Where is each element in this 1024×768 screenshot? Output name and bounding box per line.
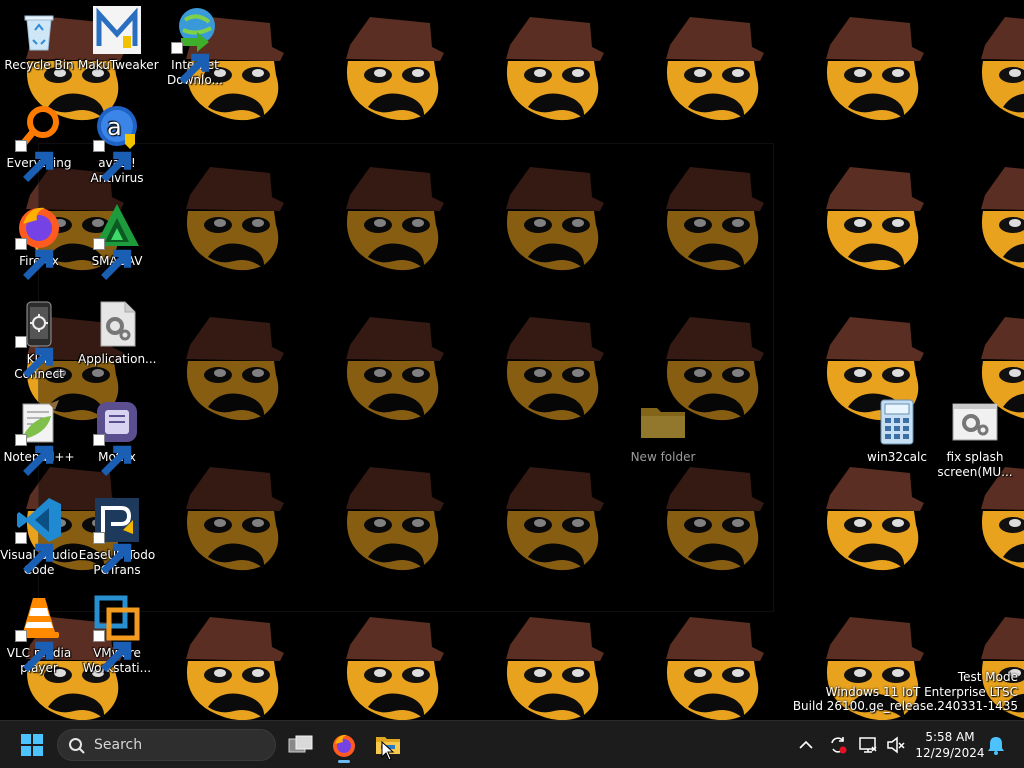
calculator-icon <box>873 398 921 446</box>
notification-bell-icon <box>988 737 1004 755</box>
svg-text:a: a <box>107 113 122 141</box>
icon-label: MakuTweaker <box>78 58 159 72</box>
icon-label: fix splash <box>946 450 1004 464</box>
icon-label: Recycle Bin <box>4 58 74 72</box>
shortcut-arrow-icon <box>93 434 132 476</box>
shortcut-arrow-icon <box>93 238 132 280</box>
wallpaper-tile <box>826 167 924 271</box>
desktop-icon-firefox[interactable]: Firefox <box>0 202 78 280</box>
shortcut-arrow-icon <box>15 238 54 280</box>
notepad-plus-plus-icon <box>15 398 63 476</box>
recycle-bin-icon <box>15 6 63 54</box>
wallpaper-tile <box>506 17 604 121</box>
makutweaker-icon <box>93 6 141 54</box>
vscode-icon <box>15 496 63 574</box>
taskbar-clock[interactable]: 5:58 AM 12/29/2024 <box>914 729 986 761</box>
tray-volume-button[interactable] <box>886 735 906 755</box>
wallpaper-tile <box>346 17 444 121</box>
wallpaper-tile <box>666 617 764 720</box>
desktop-icon-motrix[interactable]: Motrix <box>78 398 156 476</box>
start-button[interactable] <box>12 725 52 765</box>
firefox-icon <box>333 734 355 757</box>
desktop-icon-makutweaker[interactable]: MakuTweaker <box>78 6 159 73</box>
desktop-icon-everything[interactable]: Everything <box>0 104 78 182</box>
search-icon <box>69 738 85 754</box>
smadav-icon <box>93 202 141 280</box>
icon-label: New folder <box>630 450 696 464</box>
show-hidden-icons-button[interactable] <box>786 725 826 765</box>
search-label: Search <box>94 737 143 753</box>
icon-label: win32calc <box>867 450 927 464</box>
folder-icon <box>639 398 687 446</box>
vmware-icon <box>93 594 141 672</box>
shortcut-arrow-icon <box>15 434 54 476</box>
watermark-edition: Windows 11 IoT Enterprise LTSC <box>825 684 1018 699</box>
easeus-pctrans-icon <box>93 496 141 574</box>
wallpaper-tile <box>186 617 284 720</box>
clock-time: 5:58 AM <box>925 730 975 744</box>
desktop-icon-new-folder[interactable]: New folder <box>624 398 702 465</box>
shortcut-arrow-icon <box>15 140 54 182</box>
running-indicator <box>338 760 350 763</box>
motrix-icon <box>93 398 141 476</box>
shortcut-arrow-icon <box>93 532 132 574</box>
clock-date: 12/29/2024 <box>915 746 985 760</box>
task-view-button[interactable] <box>281 725 321 765</box>
chevron-up-icon <box>799 740 813 749</box>
watermark-build: Build 26100.ge_release.240331-1435 <box>792 699 1018 713</box>
taskbar-firefox[interactable] <box>324 725 364 765</box>
icon-label: Application... <box>78 352 157 366</box>
windows-watermark: Test Mode Windows 11 IoT Enterprise LTSC… <box>793 670 1018 714</box>
wallpaper-tile <box>981 17 1024 119</box>
icon-label-2: screen(MU... <box>937 465 1013 479</box>
wallpaper-tile <box>981 167 1024 269</box>
desktop-icon-visual-studio-code[interactable]: Visual Studio Code <box>0 496 78 578</box>
desktop-icon-vmware-workstation[interactable]: VMware Workstati... <box>78 594 156 676</box>
desktop-icon-vlc-media-player[interactable]: VLC media player <box>0 594 78 676</box>
start-icon <box>21 734 43 756</box>
volume-muted-icon <box>887 736 905 754</box>
batch-file-gear-icon <box>951 398 999 446</box>
wallpaper-tile <box>981 467 1024 569</box>
avast-icon: a <box>93 104 141 182</box>
wallpaper-tile <box>506 617 604 720</box>
desktop-icon-easeus-todo-pctrans[interactable]: EaseUS Todo PCTrans <box>78 496 156 578</box>
taskbar-search-box[interactable]: Search <box>57 729 276 761</box>
firefox-icon <box>15 202 63 280</box>
application-settings-icon <box>93 300 141 348</box>
tray-network-button[interactable] <box>858 735 878 755</box>
desktop-icon-win32calc[interactable]: win32calc <box>858 398 936 465</box>
mouse-cursor-icon <box>381 741 395 761</box>
wallpaper-tile <box>826 17 924 121</box>
everything-search-icon <box>15 104 63 182</box>
shortcut-arrow-icon <box>93 140 132 182</box>
task-view-icon <box>288 735 313 753</box>
shortcut-arrow-icon <box>15 336 54 378</box>
sync-icon <box>831 737 847 754</box>
wallpaper-tile <box>346 617 444 720</box>
vlc-cone-icon <box>15 594 63 672</box>
desktop-icon-fix-splash-screen[interactable]: fix splash screen(MU... <box>936 398 1014 480</box>
desktop-icon-application[interactable]: Application... <box>78 300 157 367</box>
desktop-icon-notepad-plus-plus[interactable]: Notepad++ <box>0 398 78 476</box>
desktop-icon-recycle-bin[interactable]: Recycle Bin <box>0 6 78 73</box>
kde-connect-icon <box>15 300 63 378</box>
notification-center-button[interactable] <box>987 735 1007 755</box>
wallpaper-tile <box>826 467 924 571</box>
watermark-test-mode: Test Mode <box>957 670 1018 684</box>
desktop-icon-avast-antivirus[interactable]: a avast! Antivirus <box>78 104 156 186</box>
desktop-icon-internet-download-manager[interactable]: Internet Downlo... <box>156 6 234 88</box>
taskbar: Search 5:58 AM 12/29/2024 <box>0 720 1024 768</box>
tray-sync-button[interactable] <box>828 735 848 755</box>
network-icon <box>859 737 877 753</box>
wallpaper-tile <box>666 17 764 121</box>
shortcut-arrow-icon <box>93 630 132 672</box>
desktop-icon-smadav[interactable]: SMADAV <box>78 202 156 280</box>
shortcut-arrow-icon <box>15 532 54 574</box>
shortcut-arrow-icon <box>171 42 210 84</box>
desktop-icon-kde-connect[interactable]: KDE Connect <box>0 300 78 382</box>
internet-download-manager-icon <box>171 6 219 84</box>
shortcut-arrow-icon <box>15 630 54 672</box>
